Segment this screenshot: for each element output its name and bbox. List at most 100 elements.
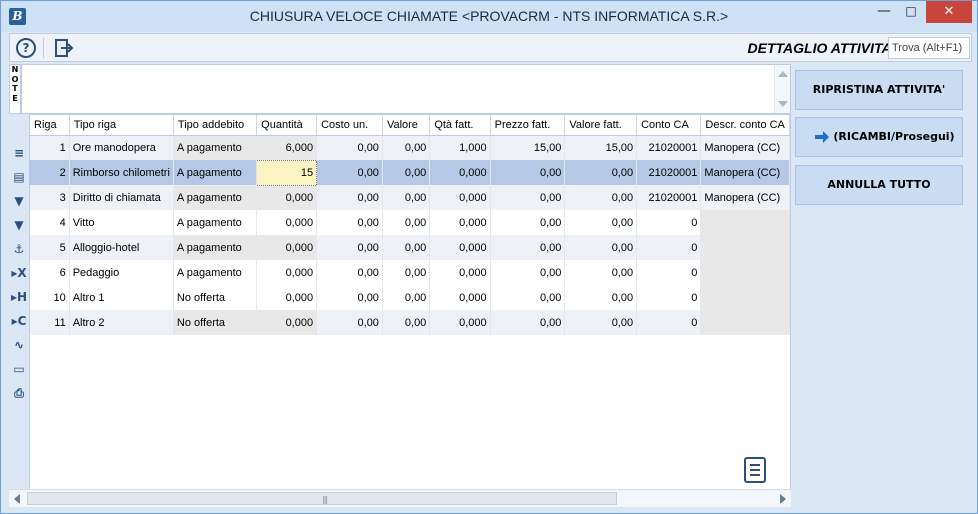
cell-conto-ca[interactable]: 0: [636, 260, 702, 285]
cell-tipo-riga[interactable]: Ore manodopera: [69, 135, 174, 160]
table-row[interactable]: 6 Pedaggio A pagamento 0,000 0,00 0,00 0…: [30, 260, 790, 285]
column-header-tipo-riga[interactable]: Tipo riga: [69, 115, 174, 136]
cell-qta-fatt[interactable]: 0,000: [429, 285, 491, 310]
cell-descr-conto[interactable]: [700, 285, 790, 310]
cell-valore[interactable]: 0,00: [382, 160, 431, 185]
cell-tipo-riga[interactable]: Diritto di chiamata: [69, 185, 174, 210]
cell-riga[interactable]: 10: [30, 285, 70, 310]
cell-conto-ca[interactable]: 0: [636, 235, 702, 260]
cell-descr-conto[interactable]: [700, 310, 790, 335]
cell-quantita[interactable]: 0,000: [256, 235, 318, 260]
cell-riga[interactable]: 2: [30, 160, 70, 185]
cell-descr-conto[interactable]: [700, 260, 790, 285]
cell-quantita[interactable]: 0,000: [256, 185, 318, 210]
cell-prezzo-fatt[interactable]: 0,00: [490, 160, 566, 185]
expand-x-icon[interactable]: ▸X: [11, 265, 27, 281]
cell-costo-un[interactable]: 0,00: [316, 285, 383, 310]
cell-tipo-addebito[interactable]: No offerta: [173, 285, 258, 310]
minimize-button[interactable]: —: [871, 1, 897, 23]
filter-clear-icon[interactable]: ▼: [11, 217, 27, 233]
cell-valore[interactable]: 0,00: [382, 260, 431, 285]
scroll-down-icon[interactable]: [778, 101, 788, 107]
cell-tipo-addebito[interactable]: A pagamento: [173, 160, 258, 185]
cell-tipo-addebito[interactable]: A pagamento: [173, 135, 258, 160]
cell-riga[interactable]: 5: [30, 235, 70, 260]
cell-quantita-editing[interactable]: 15: [256, 159, 318, 186]
find-input[interactable]: Trova (Alt+F1): [888, 37, 970, 59]
cell-riga[interactable]: 11: [30, 310, 70, 335]
cell-prezzo-fatt[interactable]: 0,00: [490, 260, 566, 285]
cell-riga[interactable]: 3: [30, 185, 70, 210]
cell-tipo-riga[interactable]: Rimborso chilometri: [69, 160, 174, 185]
scroll-thumb[interactable]: |||: [27, 492, 617, 505]
cell-valore[interactable]: 0,00: [382, 235, 431, 260]
column-header-prezzo-fatt[interactable]: Prezzo fatt.: [490, 115, 566, 136]
cell-quantita[interactable]: 0,000: [256, 310, 318, 335]
filter-icon[interactable]: ▼: [11, 193, 27, 209]
cell-costo-un[interactable]: 0,00: [316, 185, 383, 210]
cell-valore-fatt[interactable]: 0,00: [564, 160, 638, 185]
column-header-riga[interactable]: Riga: [30, 115, 70, 136]
cell-conto-ca[interactable]: 21020001: [636, 185, 702, 210]
table-row[interactable]: 10 Altro 1 No offerta 0,000 0,00 0,00 0,…: [30, 285, 790, 310]
cell-tipo-addebito[interactable]: A pagamento: [173, 235, 258, 260]
question-icon[interactable]: ?: [16, 38, 36, 58]
cell-valore[interactable]: 0,00: [382, 285, 431, 310]
cell-quantita[interactable]: 0,000: [256, 210, 318, 235]
cell-costo-un[interactable]: 0,00: [316, 310, 383, 335]
cell-quantita[interactable]: 0,000: [256, 285, 318, 310]
cell-prezzo-fatt[interactable]: 0,00: [490, 285, 566, 310]
table-row-selected[interactable]: 2 Rimborso chilometri A pagamento 15 0,0…: [30, 159, 790, 186]
exit-icon[interactable]: [54, 38, 74, 58]
horizontal-scrollbar[interactable]: |||: [9, 489, 791, 507]
cell-qta-fatt[interactable]: 0,000: [429, 310, 491, 335]
close-button[interactable]: ✕: [926, 1, 972, 23]
cell-conto-ca[interactable]: 21020001: [636, 135, 702, 160]
cell-qta-fatt[interactable]: 0,000: [429, 185, 491, 210]
table-row[interactable]: 5 Alloggio-hotel A pagamento 0,000 0,00 …: [30, 235, 790, 260]
cell-quantita[interactable]: 0,000: [256, 260, 318, 285]
column-header-valore-fatt[interactable]: Valore fatt.: [564, 115, 638, 136]
title-bar[interactable]: B CHIUSURA VELOCE CHIAMATE <PROVACRM - N…: [1, 1, 977, 32]
cell-descr-conto[interactable]: Manopera (CC): [700, 160, 790, 185]
cell-conto-ca[interactable]: 0: [636, 285, 702, 310]
column-header-descr-conto[interactable]: Descr. conto CA: [700, 115, 790, 136]
cell-qta-fatt[interactable]: 0,000: [429, 210, 491, 235]
table-row[interactable]: 1 Ore manodopera A pagamento 6,000 0,00 …: [30, 135, 790, 160]
cell-valore[interactable]: 0,00: [382, 210, 431, 235]
cell-prezzo-fatt[interactable]: 0,00: [490, 210, 566, 235]
note-textarea[interactable]: [21, 64, 791, 114]
cell-tipo-addebito[interactable]: A pagamento: [173, 260, 258, 285]
expand-c-icon[interactable]: ▸C: [11, 313, 27, 329]
monitor-icon[interactable]: ▭: [11, 361, 27, 377]
column-header-tipo-addebito[interactable]: Tipo addebito: [173, 115, 258, 136]
cell-tipo-riga[interactable]: Pedaggio: [69, 260, 174, 285]
cell-valore[interactable]: 0,00: [382, 135, 431, 160]
cell-prezzo-fatt[interactable]: 0,00: [490, 310, 566, 335]
cell-costo-un[interactable]: 0,00: [316, 210, 383, 235]
scroll-right-icon[interactable]: [780, 494, 786, 504]
cell-tipo-addebito[interactable]: No offerta: [173, 310, 258, 335]
cell-valore-fatt[interactable]: 0,00: [564, 260, 638, 285]
cell-valore-fatt[interactable]: 0,00: [564, 185, 638, 210]
anchor-icon[interactable]: ⚓: [11, 241, 27, 257]
cell-conto-ca[interactable]: 0: [636, 210, 702, 235]
cell-riga[interactable]: 4: [30, 210, 70, 235]
maximize-button[interactable]: □: [898, 1, 924, 23]
table-icon[interactable]: ▤: [11, 169, 27, 185]
column-header-costo-un[interactable]: Costo un.: [316, 115, 383, 136]
activity-grid[interactable]: Riga Tipo riga Tipo addebito Quantità Co…: [29, 114, 791, 507]
cell-tipo-riga[interactable]: Altro 2: [69, 310, 174, 335]
cell-tipo-riga[interactable]: Altro 1: [69, 285, 174, 310]
cell-conto-ca[interactable]: 21020001: [636, 160, 702, 185]
cell-costo-un[interactable]: 0,00: [316, 160, 383, 185]
print-icon[interactable]: ⎙: [11, 385, 27, 401]
table-row[interactable]: 3 Diritto di chiamata A pagamento 0,000 …: [30, 185, 790, 210]
table-row[interactable]: 11 Altro 2 No offerta 0,000 0,00 0,00 0,…: [30, 310, 790, 335]
prosegui-button[interactable]: (RICAMBI/Prosegui): [795, 117, 963, 157]
cell-valore-fatt[interactable]: 15,00: [564, 135, 638, 160]
cell-tipo-riga[interactable]: Alloggio-hotel: [69, 235, 174, 260]
cell-descr-conto[interactable]: Manopera (CC): [700, 185, 790, 210]
cell-valore[interactable]: 0,00: [382, 185, 431, 210]
expand-h-icon[interactable]: ▸H: [11, 289, 27, 305]
